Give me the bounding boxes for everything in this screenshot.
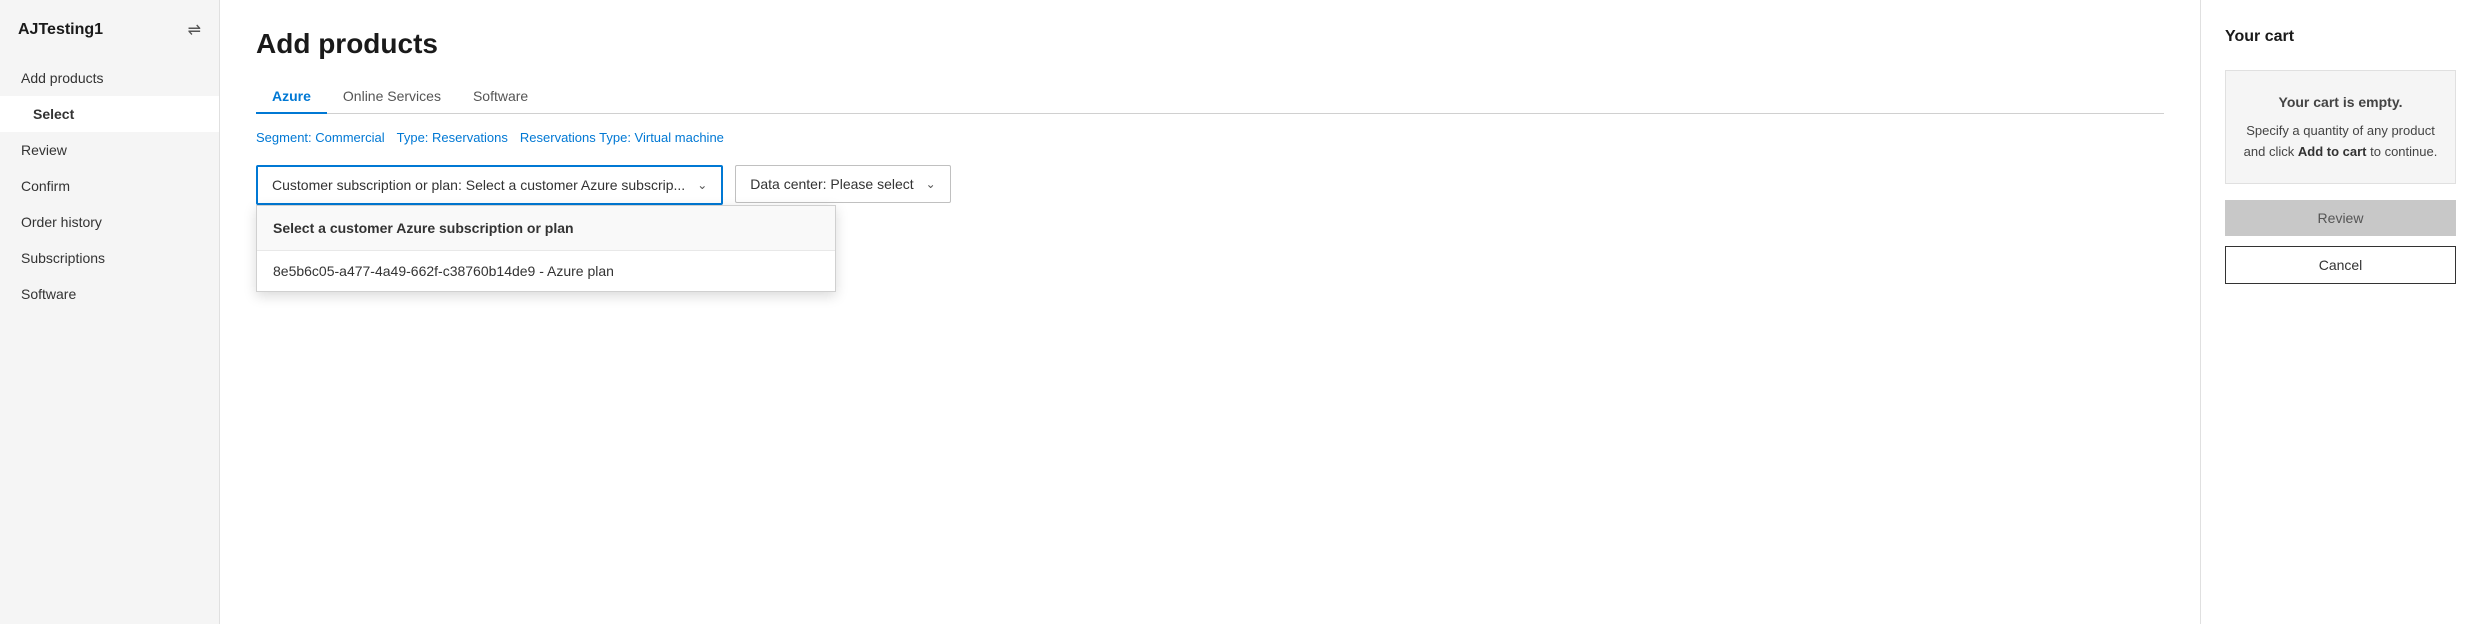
filter-type[interactable]: Type: Reservations [397,130,508,145]
review-button: Review [2225,200,2456,236]
filter-segment[interactable]: Segment: Commercial [256,130,385,145]
subscription-dropdown-wrapper: Customer subscription or plan: Select a … [256,165,723,205]
cart-empty-title: Your cart is empty. [2242,91,2439,113]
tabs-bar: Azure Online Services Software [256,80,2164,114]
sidebar-item-select[interactable]: Select [0,96,219,132]
subscription-dropdown[interactable]: Customer subscription or plan: Select a … [256,165,723,205]
dropdown-row: Customer subscription or plan: Select a … [256,165,2164,205]
sidebar-item-software[interactable]: Software [0,276,219,312]
sidebar-header: AJTesting1 ⇌ [0,20,219,60]
sidebar-nav: Add products Select Review Confirm Order… [0,60,219,312]
datacenter-dropdown-arrow: ⌄ [926,177,936,191]
tab-azure[interactable]: Azure [256,80,327,114]
cart-empty-suffix: to continue. [2370,144,2437,159]
cancel-button[interactable]: Cancel [2225,246,2456,284]
sidebar-item-order-history[interactable]: Order history [0,204,219,240]
main-content: Add products Azure Online Services Softw… [220,0,2200,624]
datacenter-dropdown-label: Data center: Please select [750,176,913,192]
sidebar-title: AJTesting1 [18,21,103,39]
sidebar-item-confirm[interactable]: Confirm [0,168,219,204]
tab-online-services[interactable]: Online Services [327,80,457,114]
cart-panel: Your cart Your cart is empty. Specify a … [2200,0,2480,624]
page-title: Add products [256,28,2164,60]
sidebar-item-subscriptions[interactable]: Subscriptions [0,240,219,276]
sidebar-toggle-icon[interactable]: ⇌ [188,20,201,40]
cart-title: Your cart [2225,28,2456,46]
cart-buttons: Review Cancel [2225,200,2456,284]
subscription-menu-item-0[interactable]: 8e5b6c05-a477-4a49-662f-c38760b14de9 - A… [257,251,835,291]
subscription-dropdown-arrow: ⌄ [697,178,707,192]
subscription-dropdown-menu: Select a customer Azure subscription or … [256,205,836,292]
tab-software[interactable]: Software [457,80,544,114]
sidebar-item-review[interactable]: Review [0,132,219,168]
datacenter-dropdown[interactable]: Data center: Please select ⌄ [735,165,950,203]
filter-chips: Segment: Commercial Type: Reservations R… [256,130,2164,145]
subscription-menu-header: Select a customer Azure subscription or … [257,206,835,251]
filter-reservations-type[interactable]: Reservations Type: Virtual machine [520,130,724,145]
cart-add-to-cart-link: Add to cart [2298,144,2367,159]
sidebar: AJTesting1 ⇌ Add products Select Review … [0,0,220,624]
subscription-dropdown-label: Customer subscription or plan: Select a … [272,177,685,193]
cart-empty-box: Your cart is empty. Specify a quantity o… [2225,70,2456,184]
sidebar-item-add-products[interactable]: Add products [0,60,219,96]
